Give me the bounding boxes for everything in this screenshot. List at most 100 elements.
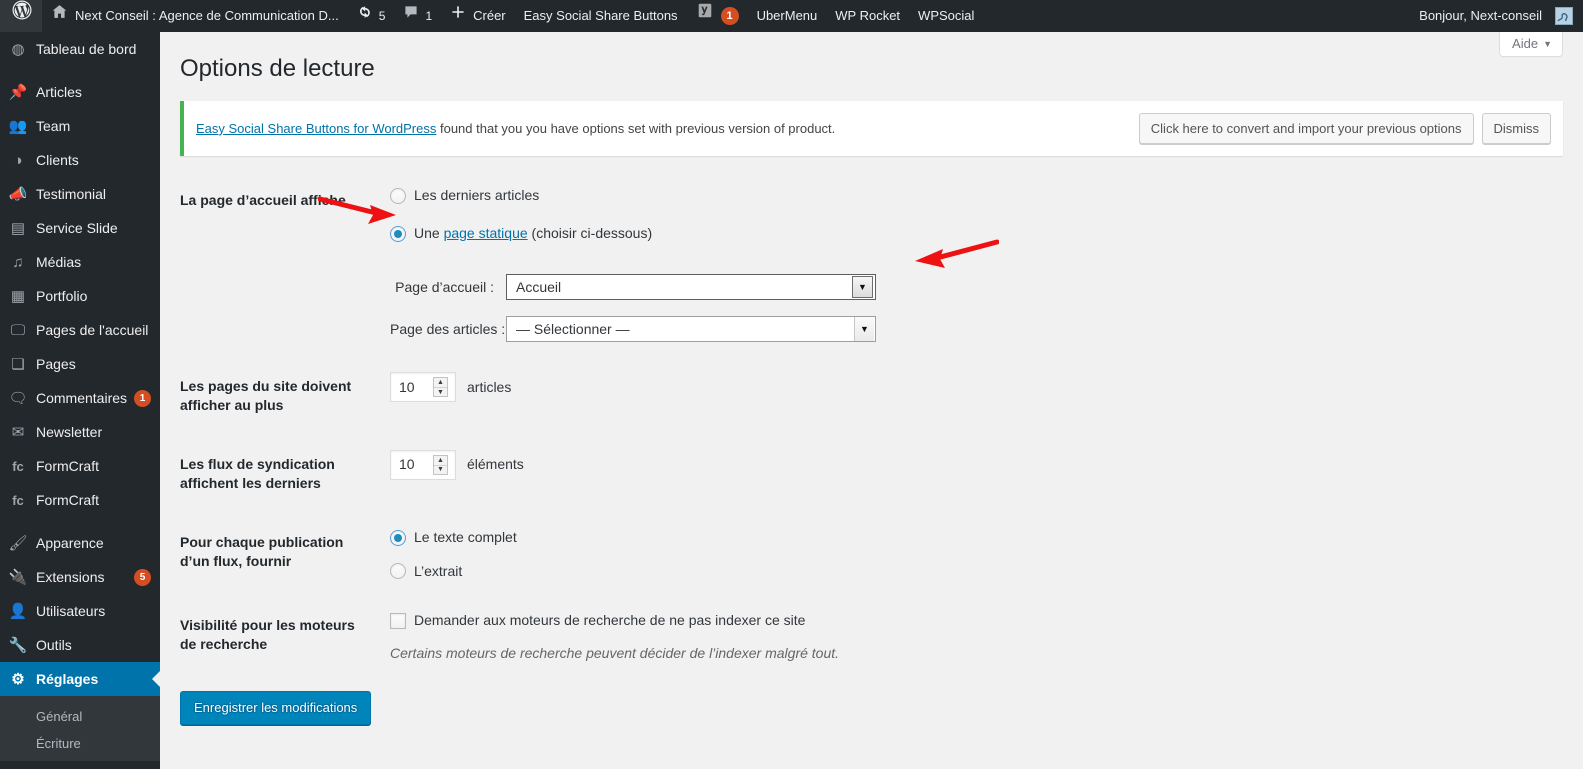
sidebar-item-extensions[interactable]: 🔌 Extensions 5 bbox=[0, 560, 160, 594]
static-prefix: Une bbox=[414, 224, 444, 241]
stepper-up-icon[interactable]: ▲ bbox=[434, 456, 447, 466]
radio-excerpt[interactable] bbox=[390, 563, 406, 580]
my-account-button[interactable]: Bonjour, Next-conseil bbox=[1410, 0, 1583, 32]
reading-options-form: La page d’accueil affiche Les derniers a… bbox=[180, 171, 1563, 678]
clients-icon: ◑ bbox=[13, 151, 23, 169]
posts-per-rss-control: 10 ▲ ▼ éléments bbox=[390, 450, 1553, 481]
comments-button[interactable]: 1 bbox=[394, 0, 441, 32]
home-icon bbox=[51, 0, 68, 32]
radio-latest-posts-label[interactable]: Les derniers articles bbox=[414, 186, 539, 206]
sidebar-item-badge: 5 bbox=[134, 568, 151, 586]
radio-option-static-page[interactable]: Une page statique (choisir ci-dessous) bbox=[390, 224, 1553, 244]
radio-static-page-label[interactable]: Une page statique (choisir ci-dessous) bbox=[414, 224, 652, 244]
sidebar-item-clients[interactable]: ◑ Clients bbox=[0, 143, 160, 177]
radio-excerpt-label[interactable]: L’extrait bbox=[414, 562, 462, 582]
sidebar-item-service-slide[interactable]: ▤ Service Slide bbox=[0, 211, 160, 245]
wordpress-logo-button[interactable] bbox=[0, 0, 42, 32]
posts-per-page-unit: articles bbox=[467, 378, 512, 395]
sidebar-item-pages-de-laccueil[interactable]: 🖵 Pages de l'accueil bbox=[0, 313, 160, 347]
sidebar-item-label: Outils bbox=[36, 637, 72, 653]
sidebar-item-testimonial[interactable]: 📣 Testimonial bbox=[0, 177, 160, 211]
avatar bbox=[1555, 7, 1573, 25]
sidebar-item-label: FormCraft bbox=[36, 458, 99, 474]
sidebar-item-apparence[interactable]: 🖌 Apparence bbox=[0, 526, 160, 560]
sidebar-item-articles[interactable]: 📌 Articles bbox=[0, 75, 160, 109]
sidebar-item-newsletter[interactable]: ✉ Newsletter bbox=[0, 415, 160, 449]
sidebar-item-outils[interactable]: 🔧 Outils bbox=[0, 628, 160, 662]
wordpress-logo-icon bbox=[12, 0, 32, 32]
adminbar-item-wpsocial[interactable]: WPSocial bbox=[909, 0, 983, 32]
static-suffix: (choisir ci-dessous) bbox=[527, 224, 653, 241]
image-icon: ▤ bbox=[10, 220, 26, 237]
submenu-item-general[interactable]: Général bbox=[0, 703, 160, 730]
posts-page-select[interactable]: — Sélectionner — ▼ bbox=[506, 316, 876, 343]
posts-per-page-stepper[interactable]: ▲ ▼ bbox=[433, 377, 448, 398]
updates-button[interactable]: 5 bbox=[348, 0, 395, 32]
plug-icon: 🔌 bbox=[8, 569, 28, 586]
static-page-link[interactable]: page statique bbox=[444, 225, 528, 241]
sidebar-item-label: Pages de l'accueil bbox=[36, 322, 149, 338]
settings-sliders-icon: ⚙ bbox=[11, 671, 25, 688]
sidebar-item-tableau-de-bord[interactable]: ◍ Tableau de bord bbox=[0, 32, 160, 66]
adminbar-item-wp-rocket[interactable]: WP Rocket bbox=[826, 0, 909, 32]
discourage-search-engines-checkbox[interactable] bbox=[390, 612, 406, 629]
radio-option-latest-posts[interactable]: Les derniers articles bbox=[390, 186, 1553, 206]
sidebar-item-label: Testimonial bbox=[36, 186, 107, 202]
pin-icon: 📌 bbox=[8, 84, 28, 101]
chevron-down-icon[interactable]: ▼ bbox=[854, 317, 874, 342]
portfolio-image-icon: ▦ bbox=[10, 288, 26, 305]
radio-full-text[interactable] bbox=[390, 529, 406, 546]
yoast-seo-button[interactable]: 1 bbox=[687, 0, 748, 32]
new-content-label: Créer bbox=[473, 8, 506, 23]
radio-option-full-text[interactable]: Le texte complet bbox=[390, 528, 1553, 548]
submenu-item-ecriture[interactable]: Écriture bbox=[0, 730, 160, 757]
site-name-button[interactable]: Next Conseil : Agence de Communication D… bbox=[42, 0, 348, 32]
homepage-select-label: Page d’accueil : bbox=[395, 278, 494, 295]
help-tab-button[interactable]: Aide ▼ bbox=[1499, 32, 1563, 57]
adminbar-item-easy-social-share-buttons[interactable]: Easy Social Share Buttons bbox=[515, 0, 687, 32]
stepper-down-icon[interactable]: ▼ bbox=[434, 388, 447, 397]
chevron-down-icon[interactable]: ▼ bbox=[852, 276, 873, 299]
radio-full-text-label[interactable]: Le texte complet bbox=[414, 528, 517, 548]
page-title: Options de lecture bbox=[180, 55, 375, 82]
posts-per-page-input[interactable]: 10 ▲ ▼ bbox=[390, 372, 456, 403]
sidebar-item-formcraft-2[interactable]: fc FormCraft bbox=[0, 483, 160, 517]
radio-static-page[interactable] bbox=[390, 225, 406, 242]
sidebar-item-team[interactable]: 👥 Team bbox=[0, 109, 160, 143]
submit-row: Enregistrer les modifications bbox=[180, 678, 1563, 726]
sidebar-item-label: FormCraft bbox=[36, 492, 99, 508]
dismiss-button[interactable]: Dismiss bbox=[1481, 113, 1551, 145]
discourage-search-engines-label[interactable]: Demander aux moteurs de recherche de ne … bbox=[414, 611, 805, 631]
save-changes-button[interactable]: Enregistrer les modifications bbox=[180, 691, 372, 726]
homepage-select[interactable]: Accueil ▼ bbox=[506, 274, 876, 301]
convert-import-button[interactable]: Click here to convert and import your pr… bbox=[1138, 113, 1474, 145]
sidebar-item-portfolio[interactable]: ▦ Portfolio bbox=[0, 279, 160, 313]
admin-sidebar-menu: ◍ Tableau de bord 📌 Articles 👥 Team ◑ Clients 📣 T… bbox=[0, 32, 160, 769]
radio-option-excerpt[interactable]: L’extrait bbox=[390, 562, 1553, 582]
notice-link[interactable]: Easy Social Share Buttons for WordPress bbox=[196, 121, 436, 136]
paintbrush-icon: 🖌 bbox=[8, 535, 28, 552]
notice-text: Easy Social Share Buttons for WordPress … bbox=[196, 119, 1139, 139]
group-icon: 👥 bbox=[8, 118, 28, 135]
sidebar-item-reglages[interactable]: ⚙ Réglages bbox=[0, 662, 160, 696]
row-label-posts-per-rss: Les flux de syndication affichent les de… bbox=[180, 456, 335, 492]
row-posts-per-rss: Les flux de syndication affichent les de… bbox=[180, 435, 1563, 513]
adminbar-item-ubermenu[interactable]: UberMenu bbox=[748, 0, 827, 32]
sidebar-item-commentaires[interactable]: 🗨 Commentaires 1 bbox=[0, 381, 160, 415]
sidebar-item-pages[interactable]: ❏ Pages bbox=[0, 347, 160, 381]
posts-per-rss-stepper[interactable]: ▲ ▼ bbox=[433, 455, 448, 476]
radio-latest-posts[interactable] bbox=[390, 187, 406, 204]
new-content-button[interactable]: Créer bbox=[441, 0, 515, 32]
sidebar-item-formcraft-1[interactable]: fc FormCraft bbox=[0, 449, 160, 483]
stepper-up-icon[interactable]: ▲ bbox=[434, 378, 447, 388]
comment-bubble-icon bbox=[403, 0, 419, 32]
sidebar-item-medias[interactable]: ♫ Médias bbox=[0, 245, 160, 279]
sidebar-item-utilisateurs[interactable]: 👤 Utilisateurs bbox=[0, 594, 160, 628]
posts-per-rss-input[interactable]: 10 ▲ ▼ bbox=[390, 450, 456, 481]
yoast-seo-icon bbox=[696, 0, 714, 32]
checkbox-option-discourage-search-engines[interactable]: Demander aux moteurs de recherche de ne … bbox=[390, 611, 1553, 631]
posts-per-page-value: 10 bbox=[399, 378, 415, 395]
stepper-down-icon[interactable]: ▼ bbox=[434, 466, 447, 475]
wrench-icon: 🔧 bbox=[8, 637, 28, 654]
sidebar-item-label: Service Slide bbox=[36, 220, 118, 236]
